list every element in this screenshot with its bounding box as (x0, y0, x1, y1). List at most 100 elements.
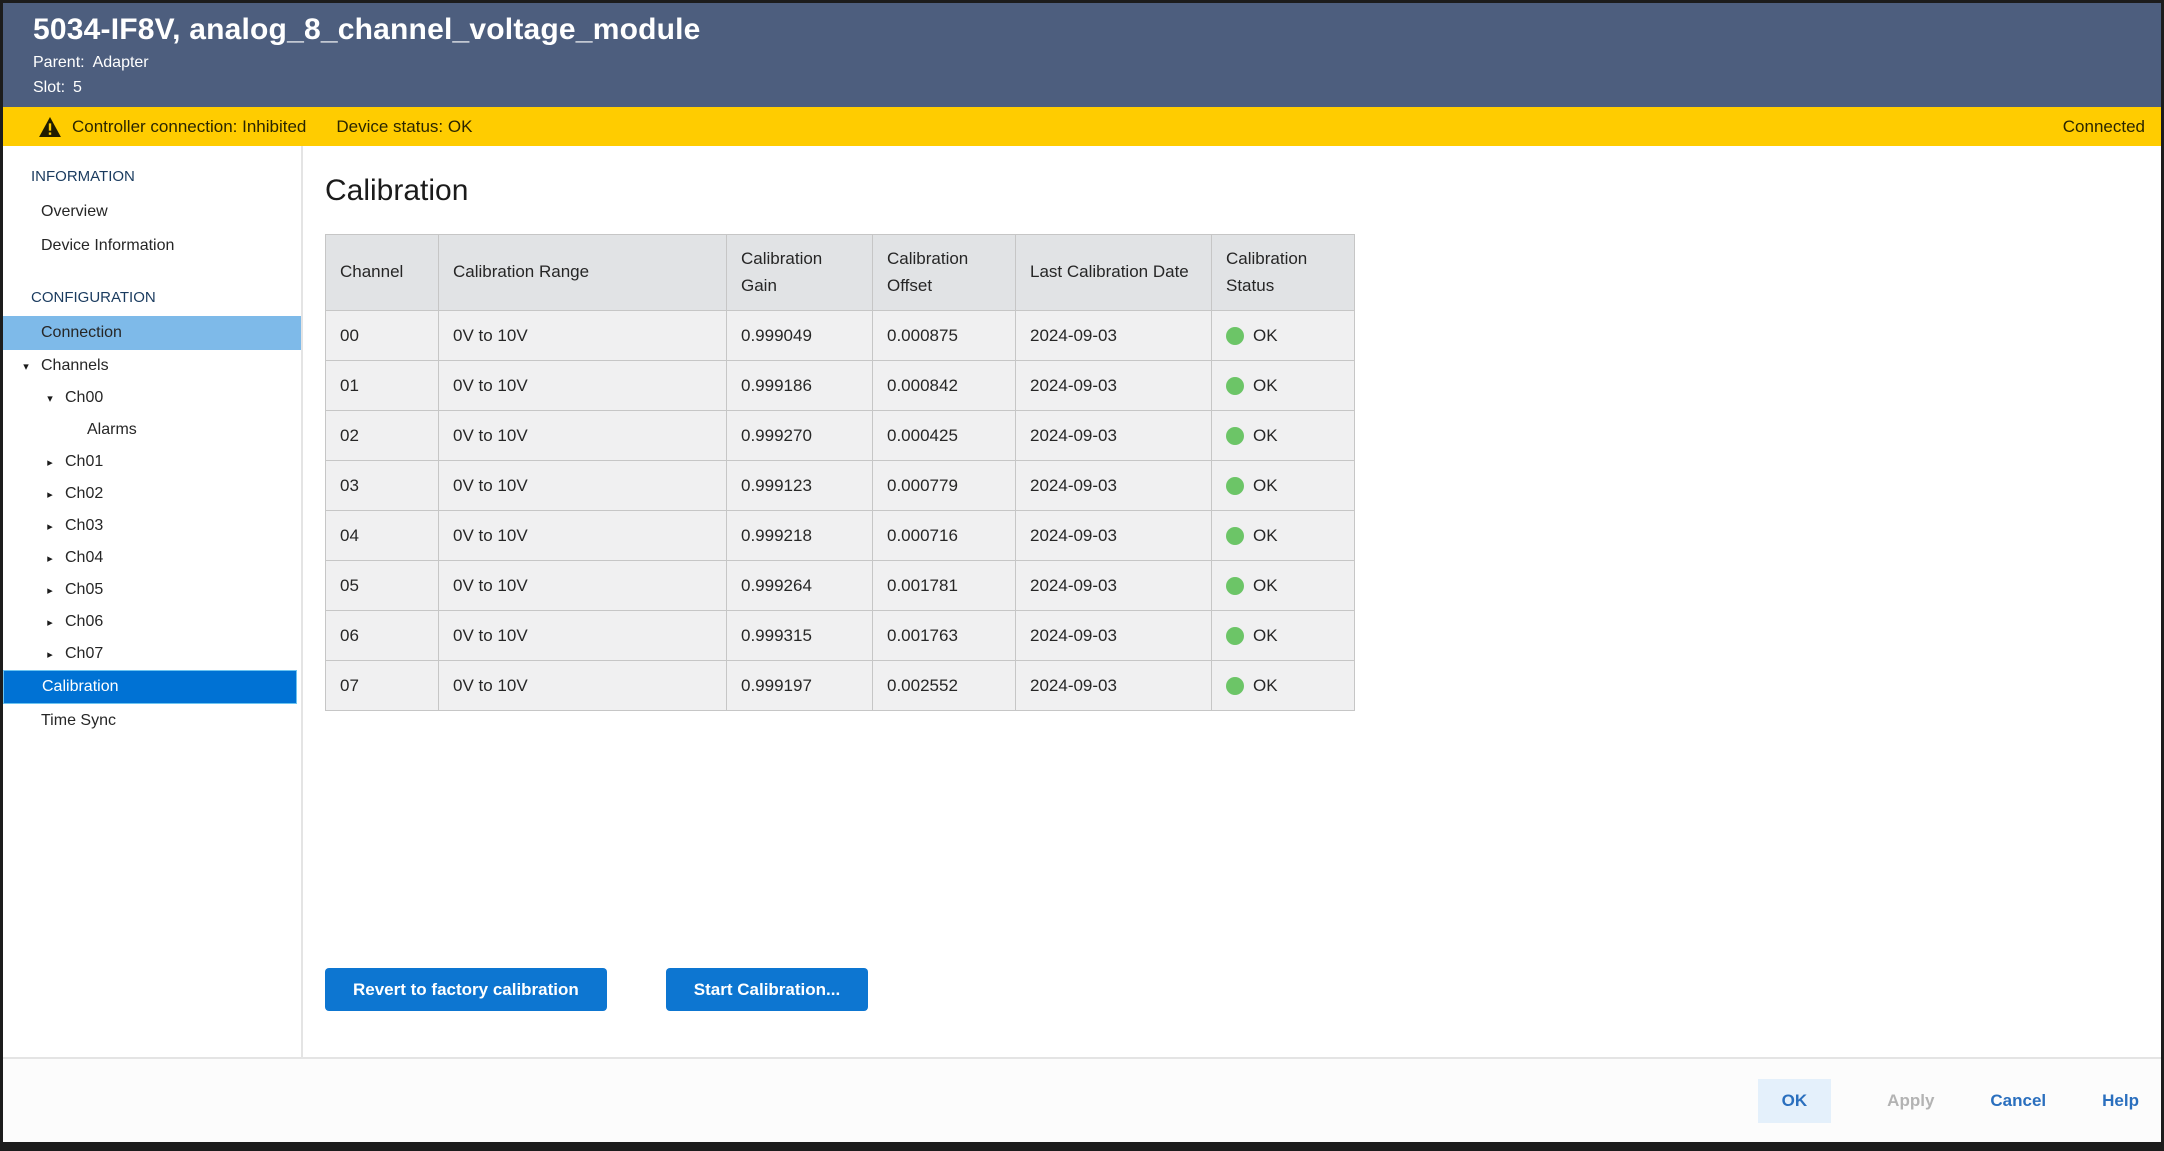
table-row: 01 0V to 10V 0.999186 0.000842 2024-09-0… (326, 361, 1355, 411)
cell-gain: 0.999049 (727, 311, 873, 361)
cell-date: 2024-09-03 (1016, 361, 1212, 411)
slot-value: 5 (73, 79, 82, 96)
sidebar-item-channels[interactable]: ▾ Channels (3, 350, 301, 382)
warning-triangle-icon (39, 117, 61, 137)
sidebar-item-time-sync[interactable]: Time Sync (3, 704, 301, 738)
cell-status: OK (1212, 611, 1355, 661)
table-row: 04 0V to 10V 0.999218 0.000716 2024-09-0… (326, 511, 1355, 561)
cell-range: 0V to 10V (439, 561, 727, 611)
sidebar-item-alarms[interactable]: Alarms (3, 414, 301, 446)
sidebar-item-ch02[interactable]: ▸ Ch02 (3, 478, 301, 510)
status-text: OK (1253, 576, 1278, 596)
chevron-right-icon[interactable]: ▸ (42, 488, 58, 501)
chevron-right-icon[interactable]: ▸ (42, 584, 58, 597)
sidebar-item-ch03[interactable]: ▸ Ch03 (3, 510, 301, 542)
cell-channel: 05 (326, 561, 439, 611)
ch02-label: Ch02 (65, 485, 103, 503)
parent-line: Parent: Adapter (33, 54, 2161, 72)
sidebar-item-ch04[interactable]: ▸ Ch04 (3, 542, 301, 574)
section-information: INFORMATION (3, 158, 301, 195)
ch03-label: Ch03 (65, 517, 103, 535)
cancel-button[interactable]: Cancel (1990, 1091, 2046, 1111)
cell-offset: 0.001763 (873, 611, 1016, 661)
status-ok-icon (1226, 677, 1244, 695)
start-calibration-button[interactable]: Start Calibration... (666, 968, 868, 1011)
sidebar-item-connection[interactable]: Connection (3, 316, 301, 350)
status-ok-icon (1226, 577, 1244, 595)
module-config-window: 5034-IF8V, analog_8_channel_voltage_modu… (0, 0, 2164, 1151)
ch07-label: Ch07 (65, 645, 103, 663)
table-row: 03 0V to 10V 0.999123 0.000779 2024-09-0… (326, 461, 1355, 511)
revert-to-factory-calibration-button[interactable]: Revert to factory calibration (325, 968, 607, 1011)
sidebar-item-calibration[interactable]: Calibration (3, 670, 297, 704)
section-configuration: CONFIGURATION (3, 279, 301, 316)
column-header-status: Calibration Status (1212, 235, 1355, 311)
chevron-right-icon[interactable]: ▸ (42, 552, 58, 565)
sidebar-item-ch01[interactable]: ▸ Ch01 (3, 446, 301, 478)
table-row: 02 0V to 10V 0.999270 0.000425 2024-09-0… (326, 411, 1355, 461)
column-header-range: Calibration Range (439, 235, 727, 311)
action-buttons-row: Revert to factory calibration Start Cali… (325, 968, 2161, 1011)
column-header-date: Last Calibration Date (1016, 235, 1212, 311)
ch06-label: Ch06 (65, 613, 103, 631)
cell-gain: 0.999197 (727, 661, 873, 711)
chevron-down-icon[interactable]: ▾ (18, 360, 34, 373)
status-text: OK (1253, 676, 1278, 696)
sidebar-item-ch06[interactable]: ▸ Ch06 (3, 606, 301, 638)
chevron-right-icon[interactable]: ▸ (42, 520, 58, 533)
alarms-label: Alarms (87, 421, 137, 439)
status-ok-icon (1226, 527, 1244, 545)
sidebar-item-ch05[interactable]: ▸ Ch05 (3, 574, 301, 606)
cell-offset: 0.000875 (873, 311, 1016, 361)
cell-status: OK (1212, 511, 1355, 561)
parent-label: Parent: (33, 54, 85, 71)
navigation-sidebar: INFORMATION Overview Device Information … (3, 146, 303, 1057)
chevron-right-icon[interactable]: ▸ (42, 456, 58, 469)
cell-channel: 01 (326, 361, 439, 411)
calibration-table: Channel Calibration Range Calibration Ga… (325, 234, 1355, 711)
table-row: 05 0V to 10V 0.999264 0.001781 2024-09-0… (326, 561, 1355, 611)
sidebar-item-overview[interactable]: Overview (3, 195, 301, 229)
calibration-heading: Calibration (325, 174, 2161, 208)
ch05-label: Ch05 (65, 581, 103, 599)
chevron-right-icon[interactable]: ▸ (42, 648, 58, 661)
cell-channel: 03 (326, 461, 439, 511)
apply-button[interactable]: Apply (1887, 1091, 1934, 1111)
cell-range: 0V to 10V (439, 661, 727, 711)
dialog-footer: OK Apply Cancel Help (3, 1057, 2161, 1142)
cell-gain: 0.999270 (727, 411, 873, 461)
parent-value: Adapter (93, 54, 149, 71)
cell-channel: 00 (326, 311, 439, 361)
cell-status: OK (1212, 561, 1355, 611)
table-row: 07 0V to 10V 0.999197 0.002552 2024-09-0… (326, 661, 1355, 711)
cell-range: 0V to 10V (439, 411, 727, 461)
cell-range: 0V to 10V (439, 461, 727, 511)
status-text: OK (1253, 426, 1278, 446)
sidebar-item-ch00[interactable]: ▾ Ch00 (3, 382, 301, 414)
cell-offset: 0.000425 (873, 411, 1016, 461)
cell-range: 0V to 10V (439, 611, 727, 661)
table-header-row: Channel Calibration Range Calibration Ga… (326, 235, 1355, 311)
table-row: 00 0V to 10V 0.999049 0.000875 2024-09-0… (326, 311, 1355, 361)
cell-date: 2024-09-03 (1016, 461, 1212, 511)
status-text: OK (1253, 626, 1278, 646)
cell-date: 2024-09-03 (1016, 411, 1212, 461)
connected-status: Connected (2063, 117, 2145, 137)
page-title: 5034-IF8V, analog_8_channel_voltage_modu… (33, 13, 2161, 47)
cell-date: 2024-09-03 (1016, 561, 1212, 611)
cell-status: OK (1212, 361, 1355, 411)
cell-offset: 0.001781 (873, 561, 1016, 611)
cell-range: 0V to 10V (439, 361, 727, 411)
ok-button[interactable]: OK (1758, 1079, 1832, 1123)
chevron-down-icon[interactable]: ▾ (42, 392, 58, 405)
cell-offset: 0.000779 (873, 461, 1016, 511)
slot-label: Slot: (33, 79, 65, 96)
sidebar-item-device-information[interactable]: Device Information (3, 229, 301, 263)
cell-gain: 0.999123 (727, 461, 873, 511)
chevron-right-icon[interactable]: ▸ (42, 616, 58, 629)
cell-date: 2024-09-03 (1016, 611, 1212, 661)
sidebar-item-ch07[interactable]: ▸ Ch07 (3, 638, 301, 670)
ch04-label: Ch04 (65, 549, 103, 567)
main-panel: Calibration Channel Calibration Range Ca… (303, 146, 2161, 1057)
help-button[interactable]: Help (2102, 1091, 2139, 1111)
